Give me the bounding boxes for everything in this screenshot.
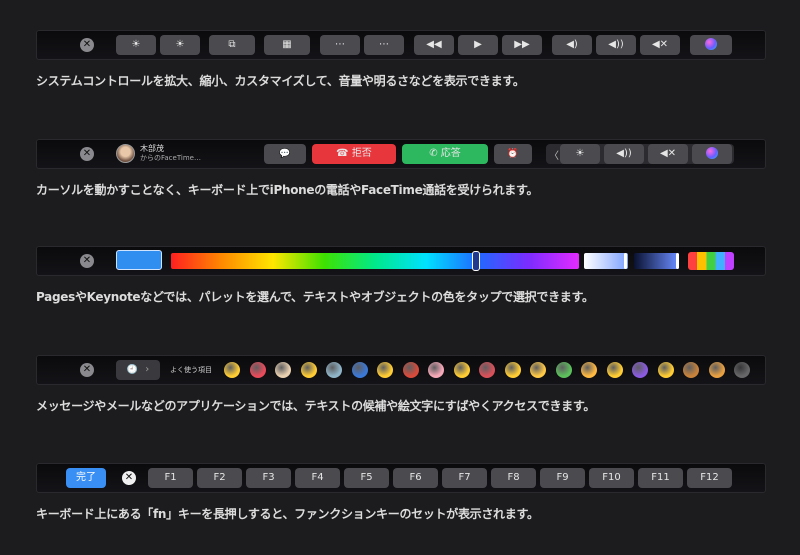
play-key[interactable]: ▶: [458, 35, 498, 55]
siri-icon: [706, 147, 718, 159]
chevron-right-icon: ›: [145, 364, 150, 375]
kiss-emoji-icon[interactable]: [657, 362, 674, 378]
pig-emoji-icon[interactable]: [428, 362, 444, 378]
mute-key[interactable]: ◀✕: [648, 144, 688, 164]
function-key-f10[interactable]: F10: [589, 468, 634, 488]
brightness-up-key[interactable]: ☀: [160, 35, 200, 55]
touch-bar-colors: ✕: [36, 246, 766, 276]
decline-button[interactable]: ☎ 拒否: [312, 144, 396, 164]
close-icon[interactable]: ✕: [80, 254, 94, 268]
alien-emoji-icon[interactable]: [632, 362, 648, 378]
lightness-slider[interactable]: [584, 253, 628, 269]
function-key-f12[interactable]: F12: [687, 468, 732, 488]
cool-emoji-icon[interactable]: [504, 362, 521, 378]
brightness-down-key[interactable]: ☀: [116, 35, 156, 55]
caption: PagesやKeynoteなどでは、パレットを選んで、テキストやオブジェクトの色…: [36, 290, 594, 304]
function-key-f7[interactable]: F7: [442, 468, 487, 488]
selected-color-swatch[interactable]: [116, 250, 162, 270]
siri-key[interactable]: [692, 144, 732, 164]
grandma-emoji-icon[interactable]: [275, 362, 291, 378]
pizza-emoji-icon[interactable]: [708, 362, 725, 378]
section-incoming-call: ✕ 木部茂 からのFaceTime… 💬 ☎ 拒否 ✆ 応答 ⏰ 〈 ☀ ◀))…: [36, 139, 766, 197]
lightness-slider-handle[interactable]: [624, 253, 627, 269]
function-key-f6[interactable]: F6: [393, 468, 438, 488]
close-icon[interactable]: ✕: [80, 147, 94, 161]
mute-key[interactable]: ◀✕: [640, 35, 680, 55]
octopus-emoji-icon[interactable]: [479, 362, 495, 378]
gift-emoji-icon[interactable]: [402, 362, 419, 378]
upside-emoji-icon[interactable]: [453, 362, 470, 378]
siri-key[interactable]: [690, 35, 732, 55]
section-color-palette: ✕ PagesやKeynoteなどでは、パレットを選んで、テキストやオブジェクト…: [36, 246, 766, 304]
function-key-f4[interactable]: F4: [295, 468, 340, 488]
fast-forward-key[interactable]: ▶▶: [502, 35, 542, 55]
frog-emoji-icon[interactable]: [555, 362, 572, 378]
function-key-f2[interactable]: F2: [197, 468, 242, 488]
touch-bar-call: ✕ 木部茂 からのFaceTime… 💬 ☎ 拒否 ✆ 応答 ⏰ 〈 ☀ ◀))…: [36, 139, 766, 169]
frequently-used-label: よく使う項目: [170, 366, 212, 374]
phone-icon: ✆: [429, 148, 441, 159]
function-key-f8[interactable]: F8: [491, 468, 536, 488]
caller-avatar: [116, 144, 135, 163]
mission-control-key[interactable]: ⧉: [209, 35, 255, 55]
section-function-keys: 完了 ✕ F1 F2 F3 F4 F5 F6 F7 F8 F9 F10 F11 F12 キーボード上に…: [36, 463, 766, 521]
launchpad-key[interactable]: ▦: [264, 35, 310, 55]
function-key-f11[interactable]: F11: [638, 468, 683, 488]
function-key-f9[interactable]: F9: [540, 468, 585, 488]
caller-subtitle: からのFaceTime…: [140, 154, 201, 162]
thumbs-emoji-icon[interactable]: [530, 362, 546, 378]
palette-swatch-button[interactable]: [688, 252, 734, 270]
done-button[interactable]: 完了: [66, 468, 106, 488]
section-system-controls: ✕ ☀ ☀ ⧉ ▦ ⋯ ⋯ ◀◀ ▶ ▶▶ ◀) ◀)) ◀✕ システムコントロ…: [36, 30, 766, 88]
close-icon[interactable]: ✕: [122, 471, 136, 485]
function-key-f1[interactable]: F1: [148, 468, 193, 488]
message-button[interactable]: 💬: [264, 144, 306, 164]
heart-eyes-cat-emoji-icon[interactable]: [581, 362, 597, 378]
hue-slider-handle[interactable]: [472, 251, 480, 271]
volume-down-key[interactable]: ◀): [552, 35, 592, 55]
touch-bar-emoji: ✕ 🕘 › よく使う項目: [36, 355, 766, 385]
decline-label: 拒否: [351, 148, 372, 159]
heart-emoji-icon[interactable]: [249, 362, 266, 378]
burger-emoji-icon[interactable]: [683, 362, 699, 378]
wink-emoji-icon[interactable]: [606, 362, 623, 378]
robot-emoji-icon[interactable]: [326, 362, 342, 378]
smile-emoji-icon[interactable]: [224, 362, 240, 378]
close-icon[interactable]: ✕: [80, 363, 94, 377]
rabbit-emoji-icon[interactable]: [734, 362, 750, 378]
darkness-slider-handle[interactable]: [676, 253, 679, 269]
rewind-key[interactable]: ◀◀: [414, 35, 454, 55]
hue-slider[interactable]: [171, 253, 579, 269]
car-emoji-icon[interactable]: [351, 362, 368, 378]
alarm-button[interactable]: ⏰: [494, 144, 532, 164]
touch-bar-system: ✕ ☀ ☀ ⧉ ▦ ⋯ ⋯ ◀◀ ▶ ▶▶ ◀) ◀)) ◀✕: [36, 30, 766, 60]
clock-icon: 🕘: [126, 365, 139, 375]
section-emoji: ✕ 🕘 › よく使う項目 メッセージやメールなどのアプリケーションでは、テキスト…: [36, 355, 766, 413]
close-icon[interactable]: ✕: [80, 38, 94, 52]
volume-up-key[interactable]: ◀)): [596, 35, 636, 55]
function-key-f3[interactable]: F3: [246, 468, 291, 488]
brightness-key[interactable]: ☀: [560, 144, 600, 164]
caption: システムコントロールを拡大、縮小、カスタマイズして、音量や明るさなどを表示できま…: [36, 74, 525, 88]
siri-icon: [705, 38, 717, 50]
caption: メッセージやメールなどのアプリケーションでは、テキストの候補や絵文字にすばやくア…: [36, 399, 596, 413]
hug-emoji-icon[interactable]: [377, 362, 393, 378]
accept-button[interactable]: ✆ 応答: [402, 144, 488, 164]
keyboard-brightness-down-key[interactable]: ⋯: [320, 35, 360, 55]
volume-key[interactable]: ◀)): [604, 144, 644, 164]
accept-label: 応答: [440, 148, 461, 159]
keyboard-brightness-up-key[interactable]: ⋯: [364, 35, 404, 55]
darkness-slider[interactable]: [634, 253, 678, 269]
recent-category-button[interactable]: 🕘 ›: [116, 360, 160, 380]
function-key-f5[interactable]: F5: [344, 468, 389, 488]
phone-hangup-icon: ☎: [336, 148, 352, 159]
touch-bar-fn: 完了 ✕ F1 F2 F3 F4 F5 F6 F7 F8 F9 F10 F11 F12: [36, 463, 766, 493]
tongue-emoji-icon[interactable]: [300, 362, 317, 378]
caption: キーボード上にある「fn」キーを長押しすると、ファンクションキーのセットが表示さ…: [36, 507, 539, 521]
expand-chevron-icon[interactable]: 〈: [549, 147, 559, 162]
caption: カーソルを動かすことなく、キーボード上でiPhoneの電話やFaceTime通話…: [36, 183, 539, 197]
